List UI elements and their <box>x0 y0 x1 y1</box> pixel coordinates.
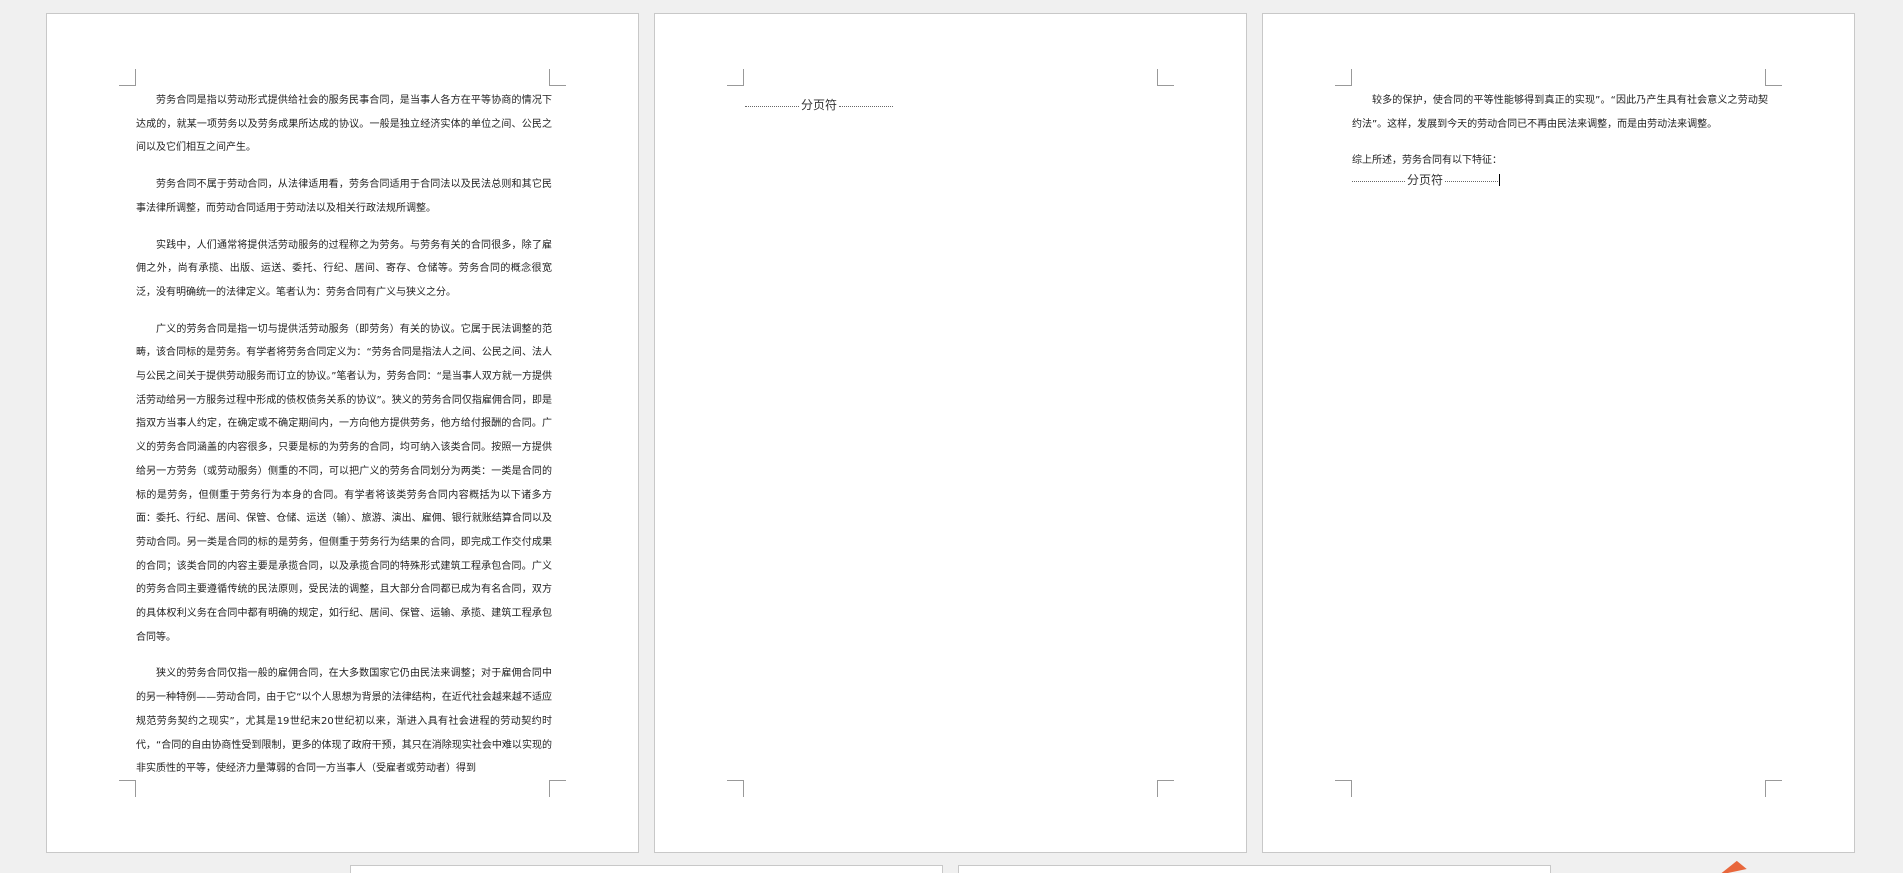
page-break-dots-left <box>745 105 799 107</box>
margin-corner-top-left <box>119 69 136 86</box>
page-break-marker[interactable]: 分页符 <box>745 98 894 112</box>
margin-corner-bottom-right <box>1157 780 1174 797</box>
paragraph[interactable]: 较多的保护，使合同的平等性能够得到真正的实现”。“因此乃产生具有社会意义之劳动契… <box>1352 89 1768 136</box>
page-1-text-area[interactable]: 劳务合同是指以劳动形式提供给社会的服务民事合同，是当事人各方在平等协商的情况下达… <box>136 89 552 794</box>
margin-corner-top-right <box>549 69 566 86</box>
page-break-label: 分页符 <box>1407 173 1444 188</box>
page-break-dots-right <box>839 105 894 107</box>
paragraph[interactable]: 劳务合同不属于劳动合同，从法律适用看，劳务合同适用于合同法以及民法总则和其它民事… <box>136 173 552 220</box>
document-page-4[interactable] <box>350 865 943 873</box>
margin-corner-top-right <box>1157 69 1174 86</box>
document-page-1[interactable]: 劳务合同是指以劳动形式提供给社会的服务民事合同，是当事人各方在平等协商的情况下达… <box>46 13 639 853</box>
page-break-dots-right <box>1445 180 1499 182</box>
annotation-arrow-icon <box>1717 859 1747 873</box>
page-break-label: 分页符 <box>801 98 838 112</box>
document-page-5[interactable] <box>958 865 1551 873</box>
margin-corner-bottom-left <box>119 780 136 797</box>
margin-corner-bottom-right <box>1765 780 1782 797</box>
text-cursor <box>1499 174 1501 187</box>
margin-corner-top-right <box>1765 69 1782 86</box>
margin-corner-top-left <box>727 69 744 86</box>
page-break-marker[interactable]: 分页符 <box>1352 173 1501 188</box>
paragraph[interactable]: 实践中，人们通常将提供活劳动服务的过程称之为劳务。与劳务有关的合同很多，除了雇佣… <box>136 234 552 305</box>
document-workspace[interactable]: 劳务合同是指以劳动形式提供给社会的服务民事合同，是当事人各方在平等协商的情况下达… <box>0 0 1903 873</box>
document-page-3[interactable]: 较多的保护，使合同的平等性能够得到真正的实现”。“因此乃产生具有社会意义之劳动契… <box>1262 13 1855 853</box>
page-break-dots-left <box>1352 180 1405 182</box>
page-3-text-area[interactable]: 较多的保护，使合同的平等性能够得到真正的实现”。“因此乃产生具有社会意义之劳动契… <box>1352 89 1768 187</box>
paragraph[interactable]: 广义的劳务合同是指一切与提供活劳动服务（即劳务）有关的协议。它属于民法调整的范畴… <box>136 318 552 650</box>
paragraph[interactable]: 狭义的劳务合同仅指一般的雇佣合同，在大多数国家它仍由民法来调整；对于雇佣合同中的… <box>136 662 552 781</box>
margin-corner-top-left <box>1335 69 1352 86</box>
paragraph[interactable]: 劳务合同是指以劳动形式提供给社会的服务民事合同，是当事人各方在平等协商的情况下达… <box>136 89 552 160</box>
margin-corner-bottom-left <box>1335 780 1352 797</box>
paragraph[interactable]: 综上所述，劳务合同有以下特征： <box>1352 149 1768 173</box>
document-page-2[interactable]: 分页符 <box>654 13 1247 853</box>
margin-corner-bottom-left <box>727 780 744 797</box>
